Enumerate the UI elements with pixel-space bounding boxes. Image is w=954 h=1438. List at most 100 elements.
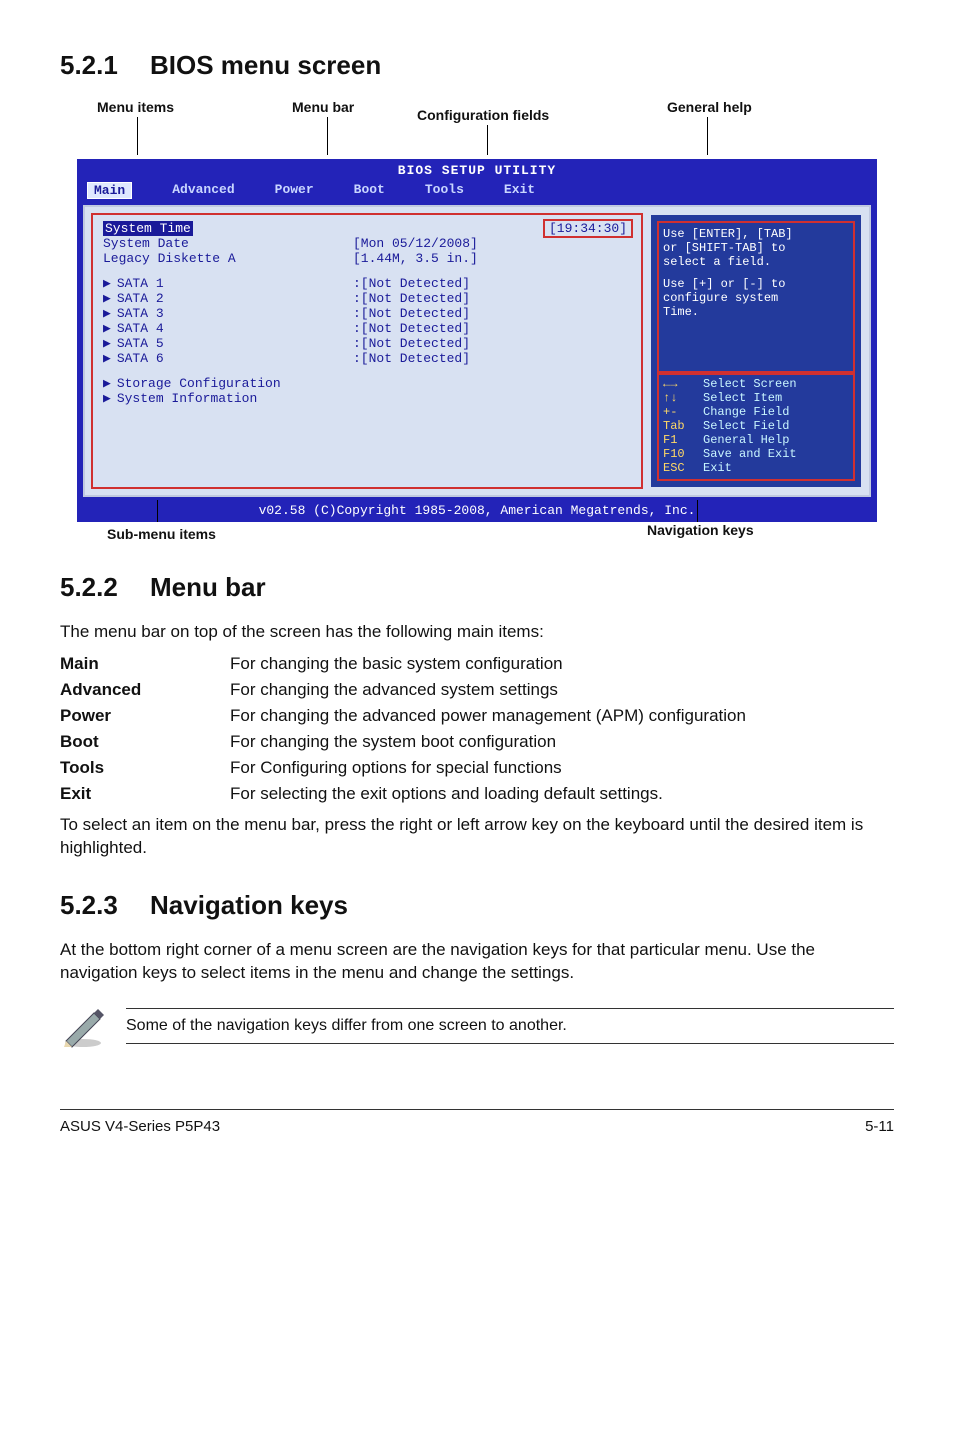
def-tools-term: Tools <box>60 758 230 778</box>
tab-power[interactable]: Power <box>275 182 314 199</box>
bios-footer: v02.58 (C)Copyright 1985-2008, American … <box>79 501 875 520</box>
nav-row-ud: ↑↓Select Item <box>663 391 849 405</box>
footer-divider <box>60 1109 894 1110</box>
row-legacy-diskette[interactable]: Legacy Diskette A [1.44M, 3.5 in.] <box>103 251 631 266</box>
lbl-menu-bar: Menu bar <box>292 99 354 115</box>
sata4-label: SATA 4 <box>117 321 164 336</box>
footer-right: 5-11 <box>865 1118 894 1135</box>
def-adv-desc: For changing the advanced system setting… <box>230 680 894 700</box>
tab-advanced[interactable]: Advanced <box>172 182 234 199</box>
help-l2: or [SHIFT-TAB] to <box>663 241 849 255</box>
sata5-label: SATA 5 <box>117 336 164 351</box>
def-exit-term: Exit <box>60 784 230 804</box>
bios-window: BIOS SETUP UTILITY Main Advanced Power B… <box>77 159 877 522</box>
nav-ud-desc: Select Item <box>703 391 782 405</box>
section-2-heading: 5.2.2Menu bar <box>60 572 894 603</box>
sec2-num: 5.2.2 <box>60 572 150 603</box>
tab-tools[interactable]: Tools <box>425 182 464 199</box>
sata3-value: :[Not Detected] <box>353 306 470 321</box>
nav-row-lr: ←→Select Screen <box>663 377 849 391</box>
tick-general-help <box>707 117 708 155</box>
row-sata5[interactable]: ▶SATA 5:[Not Detected] <box>103 336 631 351</box>
top-label-row: Menu items Menu bar Configuration fields… <box>77 99 877 159</box>
def-main: MainFor changing the basic system config… <box>60 654 894 674</box>
help-l1: Use [ENTER], [TAB] <box>663 227 849 241</box>
def-pow-desc: For changing the advanced power manageme… <box>230 706 894 726</box>
bios-right-panel: Use [ENTER], [TAB] or [SHIFT-TAB] to sel… <box>651 215 861 487</box>
tick-menu-items <box>137 117 138 155</box>
def-advanced: AdvancedFor changing the advanced system… <box>60 680 894 700</box>
page-footer: ASUS V4-Series P5P43 5-11 <box>60 1118 894 1135</box>
sec3-num: 5.2.3 <box>60 890 150 921</box>
row-sata6[interactable]: ▶SATA 6:[Not Detected] <box>103 351 631 366</box>
triangle-icon: ▶ <box>103 336 111 351</box>
definition-list: MainFor changing the basic system config… <box>60 654 894 804</box>
lbl-sub-menu: Sub-menu items <box>107 526 216 542</box>
def-main-term: Main <box>60 654 230 674</box>
help-l5: configure system <box>663 291 849 305</box>
help-l6: Time. <box>663 305 849 319</box>
system-time-label: System Time <box>103 221 193 236</box>
row-sata3[interactable]: ▶SATA 3:[Not Detected] <box>103 306 631 321</box>
row-sata2[interactable]: ▶SATA 2:[Not Detected] <box>103 291 631 306</box>
tab-boot[interactable]: Boot <box>354 182 385 199</box>
nav-pm-key: +- <box>663 405 703 419</box>
help-l4: Use [+] or [-] to <box>663 277 849 291</box>
bios-left-panel: System Time [19:34:30] System Date [Mon … <box>93 215 641 487</box>
triangle-icon: ▶ <box>103 391 111 406</box>
lbl-config-fields: Configuration fields <box>417 107 549 123</box>
row-storage-config[interactable]: ▶Storage Configuration <box>103 376 631 391</box>
system-info-label: System Information <box>117 391 257 406</box>
nav-f1-key: F1 <box>663 433 703 447</box>
nav-lr-desc: Select Screen <box>703 377 797 391</box>
system-date-value: [Mon 05/12/2008] <box>353 236 478 251</box>
section-1-heading: 5.2.1BIOS menu screen <box>60 50 894 81</box>
nav-lr-key: ←→ <box>663 377 703 391</box>
sec2-intro: The menu bar on top of the screen has th… <box>60 621 894 644</box>
row-system-time[interactable]: System Time [19:34:30] <box>103 221 631 236</box>
row-sata1[interactable]: ▶SATA 1:[Not Detected] <box>103 276 631 291</box>
sec3-title: Navigation keys <box>150 890 348 920</box>
nav-esc-key: ESC <box>663 461 703 475</box>
row-sata4[interactable]: ▶ SATA 4 :[Not Detected] <box>103 321 631 336</box>
tab-main[interactable]: Main <box>87 182 132 199</box>
def-exit-desc: For selecting the exit options and loadi… <box>230 784 894 804</box>
bios-header: BIOS SETUP UTILITY <box>79 161 875 180</box>
nav-pm-desc: Change Field <box>703 405 789 419</box>
triangle-icon: ▶ <box>103 276 111 291</box>
pencil-icon <box>60 1003 106 1049</box>
def-boot-term: Boot <box>60 732 230 752</box>
triangle-icon: ▶ <box>103 306 111 321</box>
def-tools: ToolsFor Configuring options for special… <box>60 758 894 778</box>
nav-tab-desc: Select Field <box>703 419 789 433</box>
nav-row-tab: TabSelect Field <box>663 419 849 433</box>
tick-config-fields <box>487 125 488 155</box>
note-text: Some of the navigation keys differ from … <box>126 1008 894 1044</box>
row-system-date[interactable]: System Date [Mon 05/12/2008] <box>103 236 631 251</box>
lbl-menu-items: Menu items <box>97 99 174 115</box>
general-help-box: Use [ENTER], [TAB] or [SHIFT-TAB] to sel… <box>659 223 853 373</box>
def-tools-desc: For Configuring options for special func… <box>230 758 894 778</box>
sec2-title: Menu bar <box>150 572 266 602</box>
tab-exit[interactable]: Exit <box>504 182 535 199</box>
legacy-value: [1.44M, 3.5 in.] <box>353 251 478 266</box>
triangle-icon: ▶ <box>103 351 111 366</box>
sec2-outro: To select an item on the menu bar, press… <box>60 814 894 860</box>
bios-menubar: Main Advanced Power Boot Tools Exit <box>79 180 875 201</box>
storage-config-label: Storage Configuration <box>117 376 281 391</box>
row-system-info[interactable]: ▶ System Information <box>103 391 631 406</box>
sata4-value: :[Not Detected] <box>353 321 470 336</box>
nav-tab-key: Tab <box>663 419 703 433</box>
tick-menu-bar <box>327 117 328 155</box>
def-boot: BootFor changing the system boot configu… <box>60 732 894 752</box>
nav-ud-key: ↑↓ <box>663 391 703 405</box>
bottom-label-row: Sub-menu items Navigation keys <box>77 522 877 562</box>
def-adv-term: Advanced <box>60 680 230 700</box>
footer-left: ASUS V4-Series P5P43 <box>60 1118 220 1135</box>
section-3-heading: 5.2.3Navigation keys <box>60 890 894 921</box>
sata2-value: :[Not Detected] <box>353 291 470 306</box>
nav-row-esc: ESCExit <box>663 461 849 475</box>
sec3-body: At the bottom right corner of a menu scr… <box>60 939 894 985</box>
nav-esc-desc: Exit <box>703 461 732 475</box>
triangle-icon: ▶ <box>103 321 111 336</box>
